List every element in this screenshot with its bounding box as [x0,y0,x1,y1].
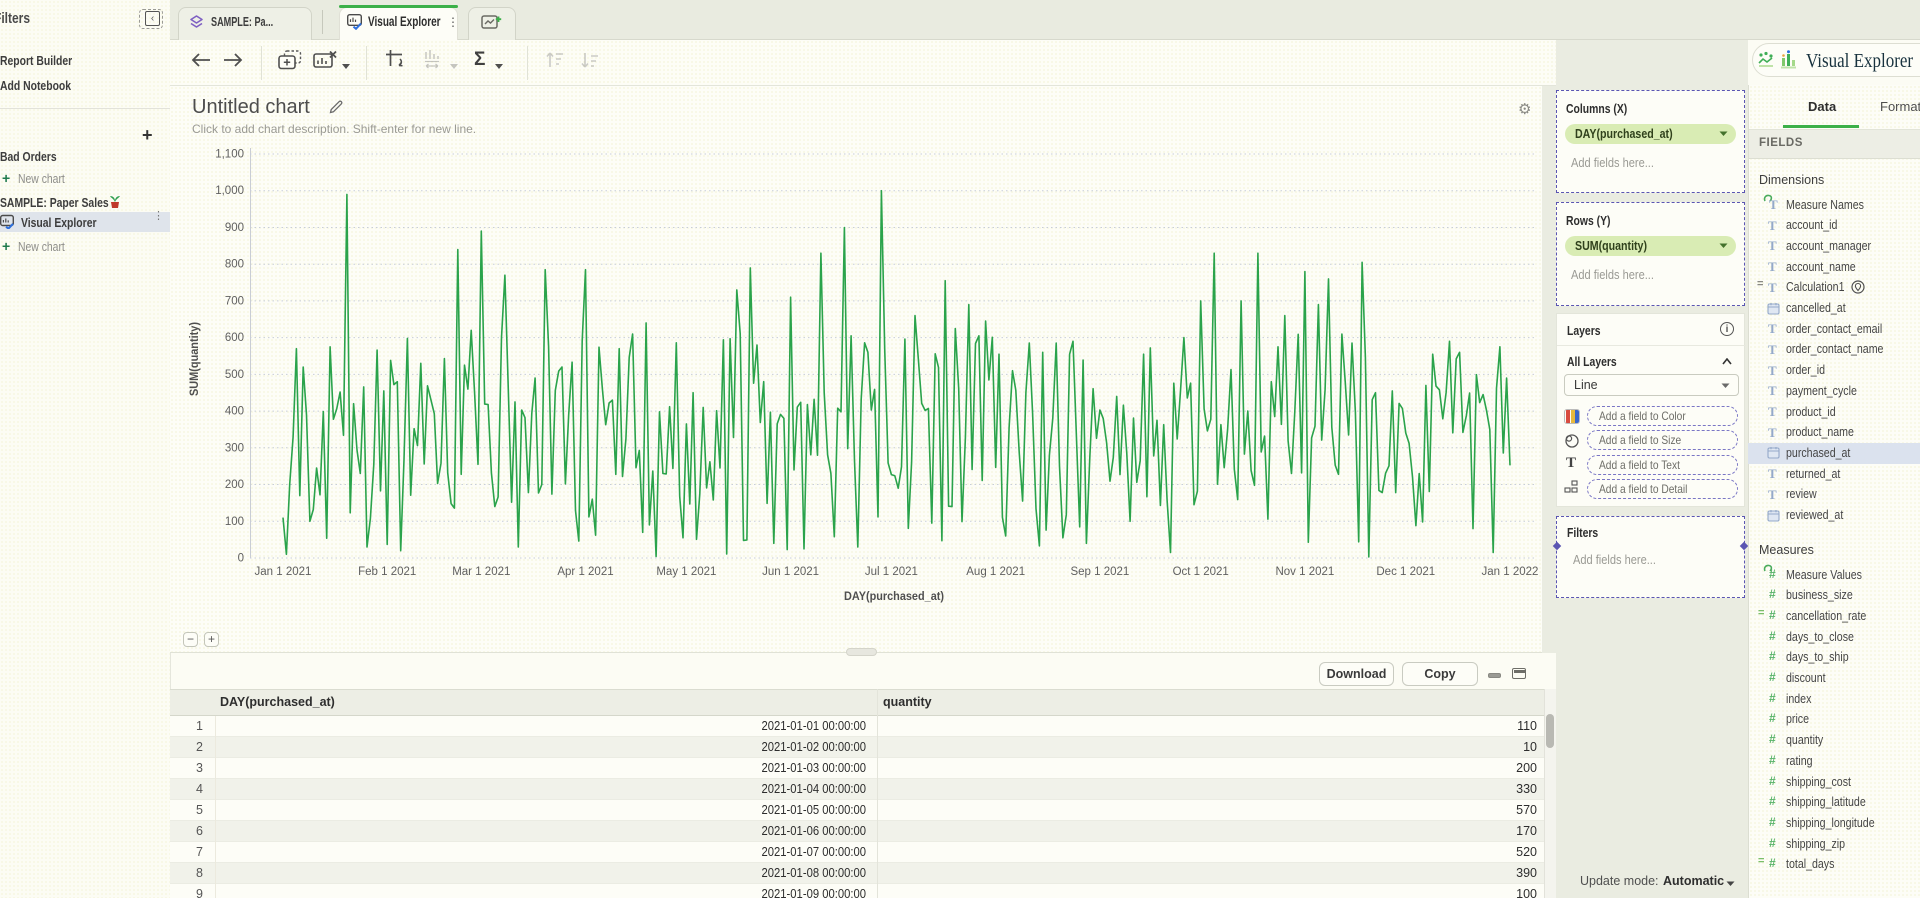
svg-text:Jan 1 2022: Jan 1 2022 [1482,566,1539,578]
svg-text:Mar 1 2021: Mar 1 2021 [452,566,510,578]
svg-text:Sep 1 2021: Sep 1 2021 [1070,566,1129,578]
svg-text:100: 100 [225,516,244,528]
svg-text:SUM(quantity): SUM(quantity) [189,322,201,396]
svg-text:500: 500 [225,369,244,381]
svg-text:May 1 2021: May 1 2021 [656,566,716,578]
svg-text:800: 800 [225,259,244,271]
svg-text:0: 0 [238,553,244,565]
svg-text:Oct 1 2021: Oct 1 2021 [1173,566,1229,578]
svg-text:1,100: 1,100 [215,149,244,161]
svg-text:900: 900 [225,222,244,234]
svg-text:Nov 1 2021: Nov 1 2021 [1275,566,1334,578]
svg-text:300: 300 [225,442,244,454]
svg-text:400: 400 [225,406,244,418]
svg-text:Jan 1 2021: Jan 1 2021 [255,566,312,578]
svg-text:200: 200 [225,479,244,491]
svg-text:1,000: 1,000 [215,185,244,197]
svg-text:Jul 1 2021: Jul 1 2021 [865,566,918,578]
svg-text:Apr 1 2021: Apr 1 2021 [557,566,613,578]
svg-text:Dec 1 2021: Dec 1 2021 [1376,566,1435,578]
svg-text:DAY(purchased_at): DAY(purchased_at) [844,591,944,603]
svg-text:Jun 1 2021: Jun 1 2021 [762,566,819,578]
svg-text:700: 700 [225,295,244,307]
svg-text:600: 600 [225,332,244,344]
svg-text:Feb 1 2021: Feb 1 2021 [358,566,416,578]
svg-text:Aug 1 2021: Aug 1 2021 [966,566,1025,578]
